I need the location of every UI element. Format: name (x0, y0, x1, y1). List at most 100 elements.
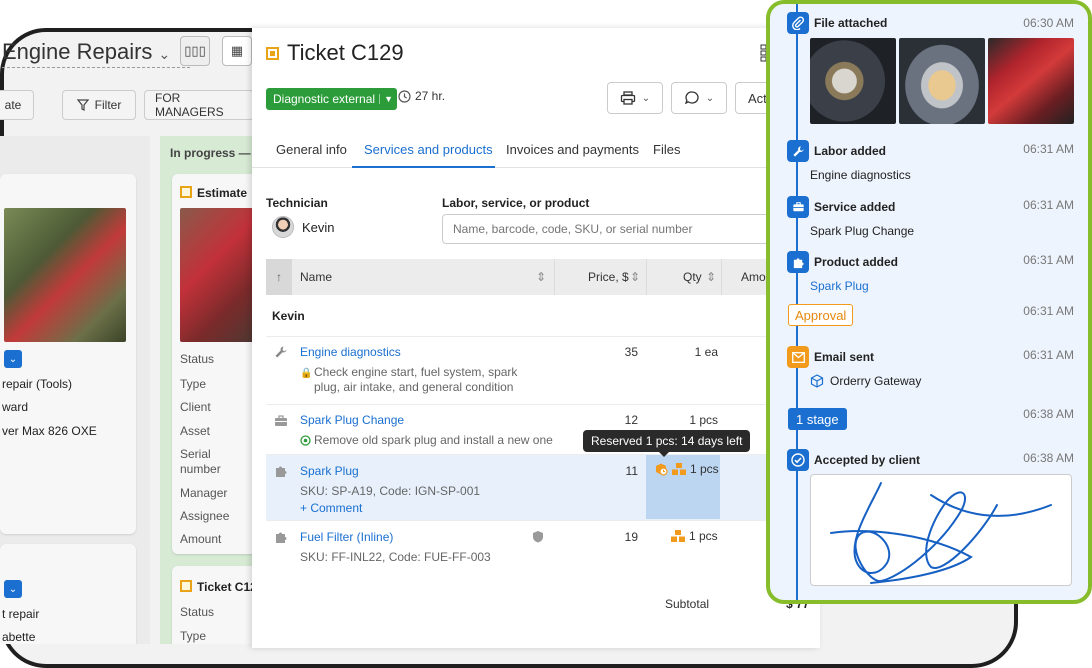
labor-label: Labor, service, or product (442, 196, 590, 210)
field-label: Type (180, 377, 207, 391)
item-qty[interactable]: 1 pcs (646, 413, 718, 427)
event-time: 06:30 AM (1023, 16, 1074, 30)
create-button[interactable]: ate (0, 90, 34, 120)
table-view-button[interactable]: ▦ (222, 36, 252, 66)
event-title: File attached (814, 16, 888, 30)
cube-icon (810, 374, 824, 388)
signature-image (830, 482, 1052, 584)
tab-files[interactable]: Files (653, 142, 680, 157)
event-time: 06:31 AM (1023, 198, 1074, 212)
wrench-icon (275, 346, 287, 358)
item-name[interactable]: Spark Plug Change (300, 413, 404, 427)
field-label: Type (180, 629, 207, 643)
sort-icon[interactable]: ⇕ (536, 270, 546, 284)
kanban-view-button[interactable]: ▯▯▯ (180, 36, 210, 66)
filter-button[interactable]: Filter (62, 90, 136, 120)
sort-icon[interactable]: ⇕ (630, 270, 640, 284)
event-detail-link[interactable]: Spark Plug (810, 279, 869, 293)
event-title: Service added (814, 200, 896, 214)
chevron-down-icon: ⌄ (158, 46, 171, 62)
for-managers-button[interactable]: FOR MANAGERS (144, 90, 254, 120)
event-title: Accepted by client (814, 453, 921, 467)
event-time: 06:31 AM (1023, 348, 1074, 362)
eye-icon (300, 435, 311, 446)
fuel-filter-photo[interactable] (899, 38, 985, 124)
field-label: Manager (180, 486, 228, 500)
field-label: number (180, 462, 221, 476)
tab-general-info[interactable]: General info (276, 142, 347, 157)
technician-select[interactable]: Kevin (272, 216, 335, 238)
item-name[interactable]: Engine diagnostics (300, 345, 401, 359)
sort-icon[interactable]: ⇕ (706, 270, 716, 284)
snowblower-photo (180, 208, 260, 342)
message-button[interactable]: ⌄ (671, 82, 727, 114)
item-name[interactable]: Fuel Filter (Inline) (300, 530, 393, 544)
field-label: Client (180, 400, 211, 414)
table-row[interactable]: Spark Plug SKU: SP-A19, Code: IGN-SP-001… (266, 454, 826, 520)
table-row[interactable]: Fuel Filter (Inline) SKU: FF-INL22, Code… (266, 520, 826, 580)
item-description: 🔒 Check engine start, fuel system, spark… (300, 365, 518, 394)
board-title[interactable]: Engine Repairs ⌄ (2, 39, 191, 68)
stage-badge: 1 stage (788, 408, 847, 430)
chevron-down-icon: ⌄ (641, 92, 651, 104)
event-detail: Spark Plug Change (810, 224, 915, 238)
item-qty[interactable]: 1 pcs (670, 529, 718, 543)
item-price: 11 (625, 464, 638, 478)
table-row[interactable]: Engine diagnostics 🔒 Check engine start,… (266, 336, 826, 404)
event-time: 06:38 AM (1023, 451, 1074, 465)
estimate-icon (180, 186, 192, 198)
sort-icon[interactable]: ↑ (266, 259, 292, 295)
client-signature (810, 474, 1072, 586)
spark-plug-photo[interactable] (810, 38, 896, 124)
paperclip-icon (787, 12, 809, 34)
avatar (272, 216, 294, 238)
group-header: Kevin (272, 309, 305, 323)
puzzle-icon (787, 251, 809, 273)
tab-invoices-and-payments[interactable]: Invoices and payments (506, 142, 639, 157)
chevron-down-icon[interactable]: ⌄ (4, 350, 22, 368)
check-icon (787, 449, 809, 471)
snowblower-photo (4, 208, 126, 342)
item-qty[interactable]: 1 ea (646, 345, 718, 359)
ticket-panel: Ticket C129 Diagnostic external ▼ 27 hr. … (252, 28, 832, 648)
status-dropdown[interactable]: Diagnostic external ▼ (266, 88, 397, 110)
column-header-price[interactable]: Price, $ (588, 270, 629, 284)
card-title: Ticket C12 (197, 580, 257, 594)
timer: 27 hr. (398, 89, 445, 103)
field-label: Serial (180, 447, 211, 461)
reserved-clock-icon (656, 463, 668, 476)
item-name[interactable]: Spark Plug (300, 464, 359, 478)
chevron-down-icon[interactable]: ⌄ (4, 580, 22, 598)
chat-icon (684, 91, 699, 105)
page-title: Ticket C129 (266, 40, 404, 66)
column-header-amount[interactable]: Amo (741, 270, 766, 284)
item-description: SKU: FF-INL22, Code: FUE-FF-003 (300, 550, 491, 564)
subtotal-label: Subtotal (665, 597, 710, 611)
item-description: SKU: SP-A19, Code: IGN-SP-001 (300, 484, 481, 498)
filter-icon (76, 99, 89, 111)
column-header-name[interactable]: Name (300, 270, 332, 284)
column-title: In progress — (170, 146, 251, 160)
column-header-qty[interactable]: Qty (683, 270, 702, 284)
card-line: repair (Tools) (2, 377, 73, 391)
puzzle-icon (276, 532, 287, 543)
reservation-tooltip: Reserved 1 pcs: 14 days left (583, 430, 751, 457)
field-label: Amount (180, 532, 222, 546)
item-qty[interactable]: 1 pcs (654, 462, 719, 476)
item-description: Remove old spark plug and install a new … (300, 433, 580, 448)
technician-label: Technician (266, 196, 328, 210)
briefcase-icon (787, 196, 809, 218)
event-time: 06:31 AM (1023, 253, 1074, 267)
chevron-down-icon: ▼ (379, 94, 393, 104)
add-comment-link[interactable]: + Comment (300, 501, 362, 515)
tab-services-and-products[interactable]: Services and products (364, 142, 493, 157)
field-label: Status (180, 605, 215, 619)
table-icon: ▦ (230, 43, 244, 58)
card-line: t repair (2, 607, 40, 621)
printer-icon (620, 91, 635, 105)
print-button[interactable]: ⌄ (607, 82, 663, 114)
activity-timeline: File attached 06:30 AM Labor added 06:31… (766, 0, 1092, 604)
field-label: Assignee (180, 509, 230, 523)
ticket-icon (266, 46, 279, 60)
snowblower-photo[interactable] (988, 38, 1074, 124)
